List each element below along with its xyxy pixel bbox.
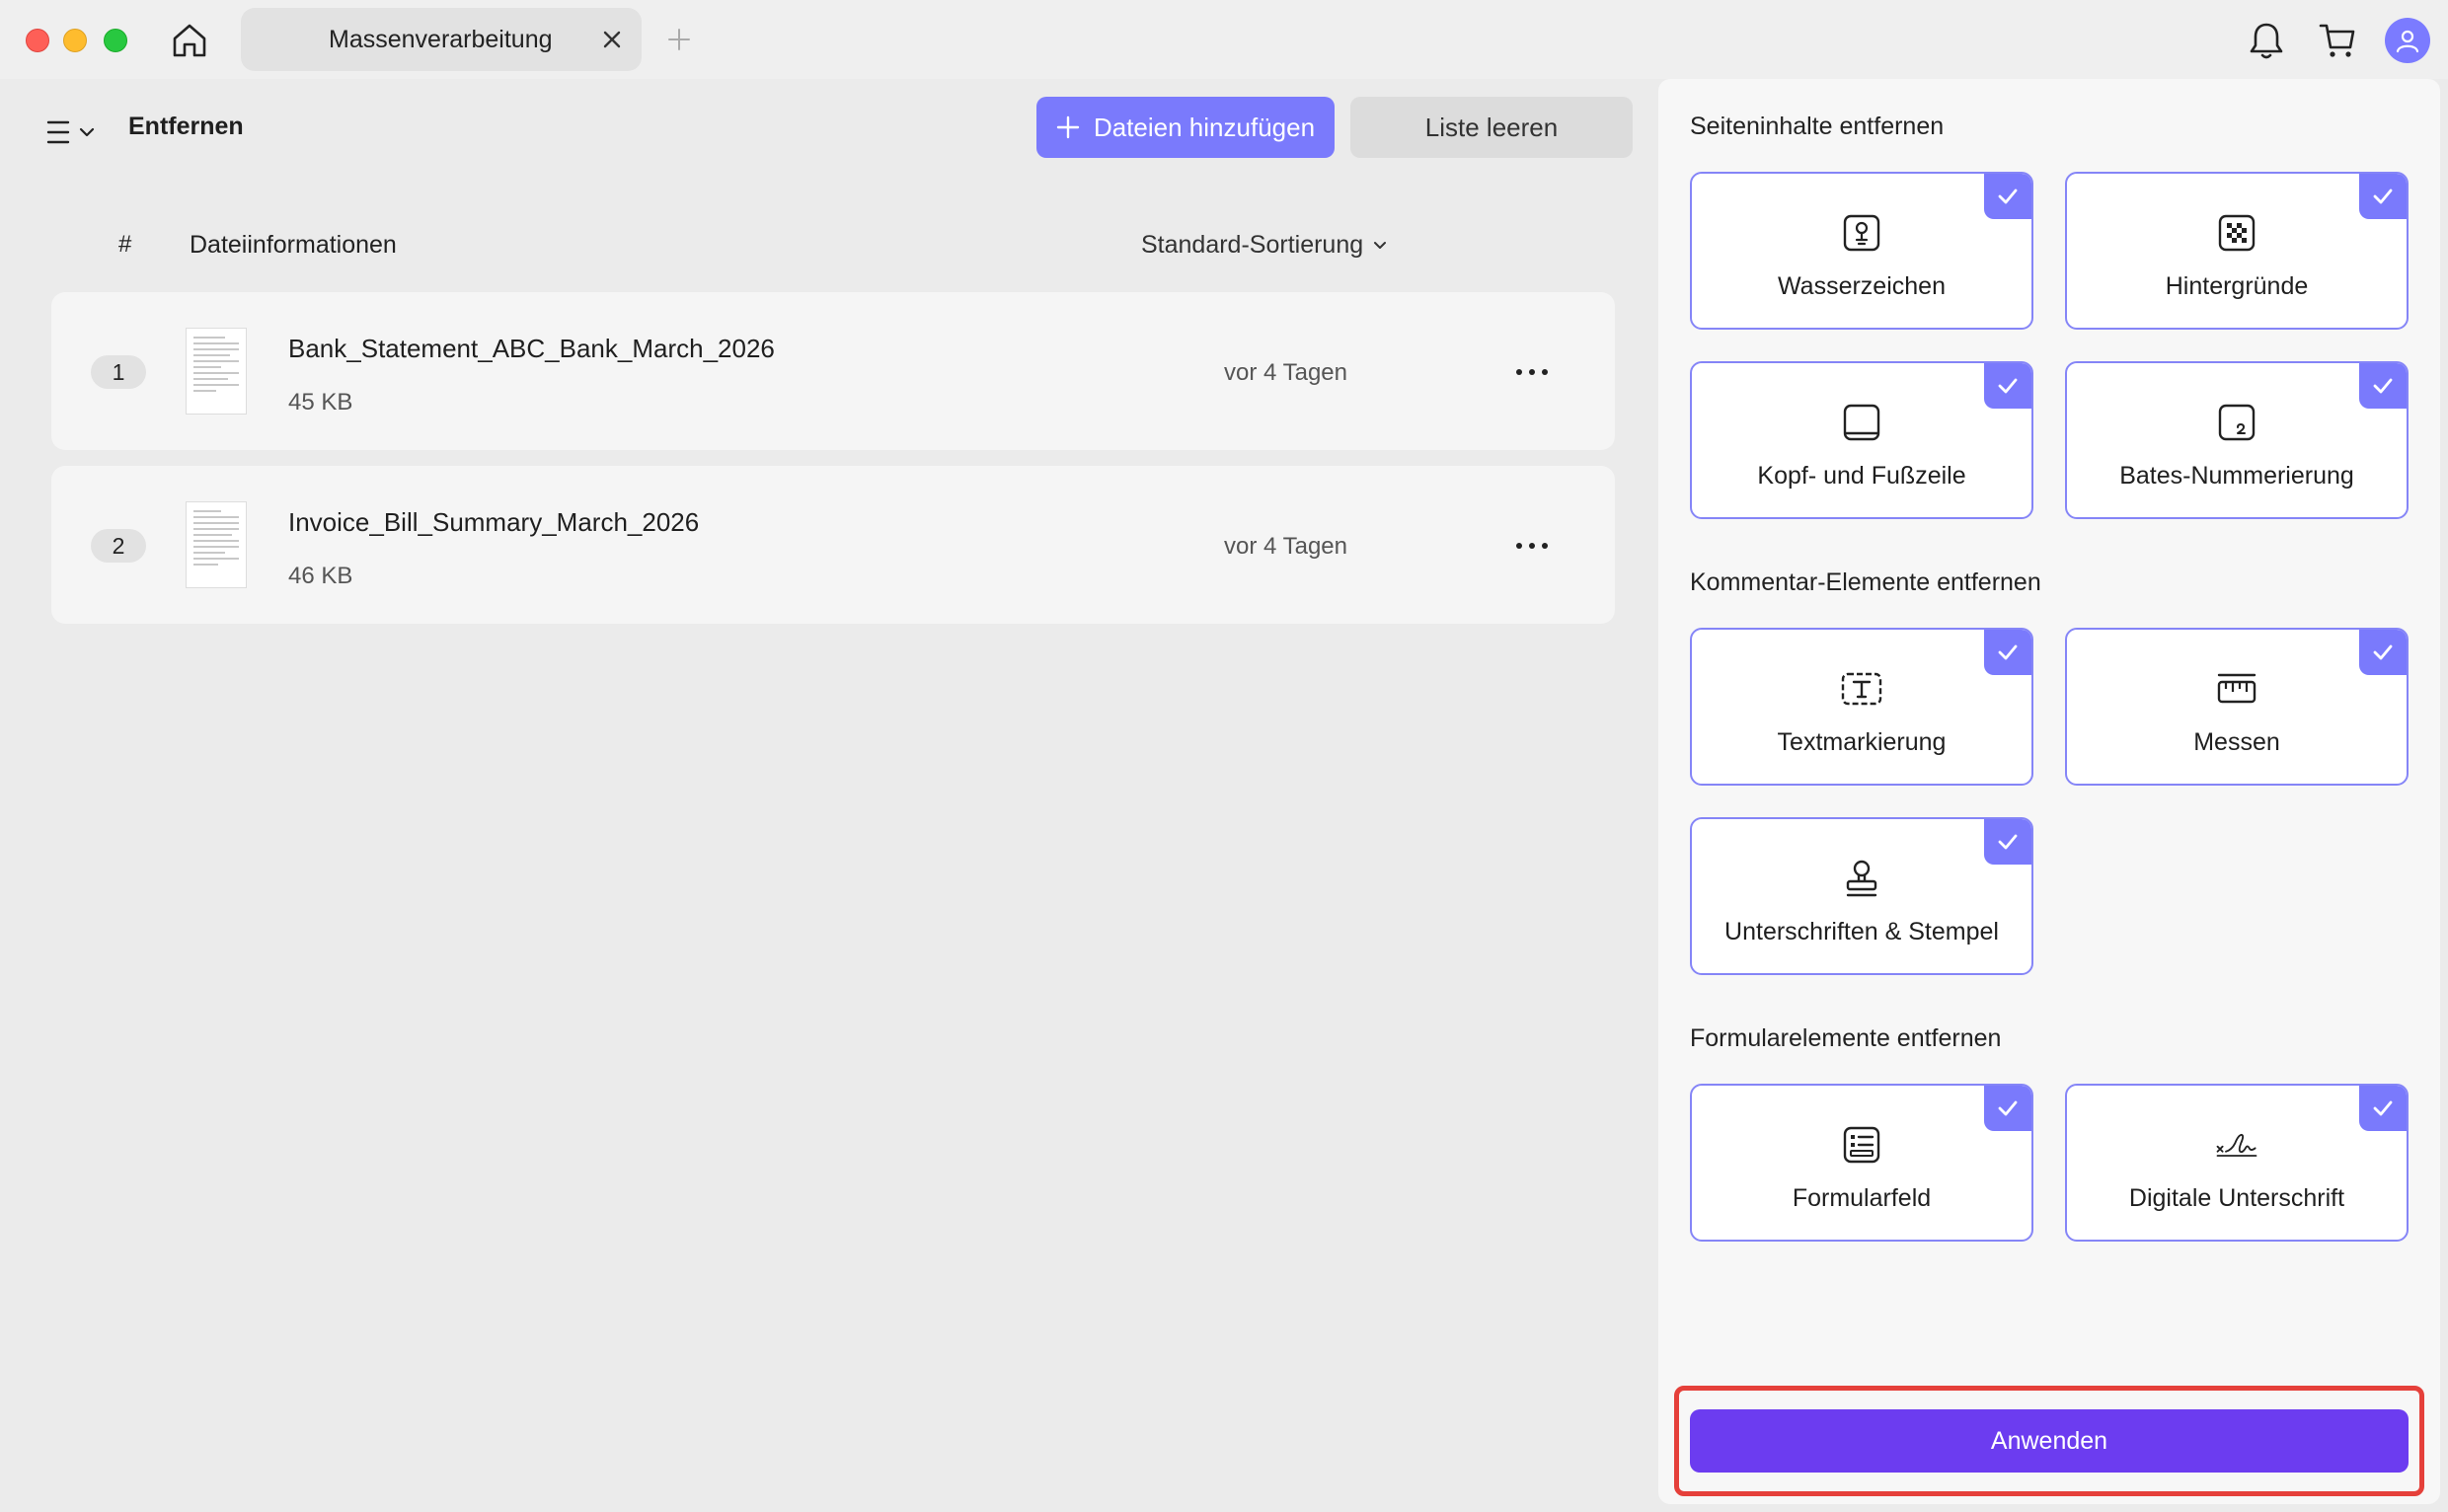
digital-signature-icon	[2215, 1123, 2258, 1167]
tab-massenverarbeitung[interactable]: Massenverarbeitung	[241, 8, 642, 71]
option-label: Bates-Nummerierung	[2119, 462, 2354, 490]
panel-title: Entfernen	[128, 113, 244, 140]
background-icon	[2215, 211, 2258, 255]
option-label: Textmarkierung	[1777, 728, 1947, 756]
option-form-field[interactable]: Formularfeld	[1690, 1084, 2033, 1242]
file-thumbnail	[186, 501, 247, 588]
add-files-label: Dateien hinzufügen	[1093, 112, 1316, 142]
option-label: Digitale Unterschrift	[2128, 1184, 2345, 1212]
file-row[interactable]: 2 Invoice_Bill_Summary_March_2026 46 KB …	[51, 466, 1615, 624]
file-date: vor 4 Tagen	[1224, 359, 1347, 386]
option-label: Hintergründe	[2165, 272, 2309, 300]
plus-icon	[668, 29, 690, 50]
sort-dropdown[interactable]: Standard-Sortierung	[1141, 231, 1387, 260]
file-name: Bank_Statement_ABC_Bank_March_2026	[288, 334, 775, 363]
checkmark-icon	[1984, 1086, 2031, 1131]
column-header-info: Dateiinformationen	[190, 231, 397, 259]
stamp-icon	[1840, 857, 1883, 900]
checkmark-icon	[1984, 363, 2031, 409]
section-title-forms: Formularelemente entfernen	[1690, 1024, 2002, 1052]
chevron-down-icon	[1374, 241, 1387, 249]
file-size: 45 KB	[288, 389, 353, 416]
more-options-button[interactable]	[1512, 529, 1552, 563]
row-number: 1	[91, 355, 146, 389]
more-dots-icon	[1516, 369, 1522, 375]
option-label: Unterschriften & Stempel	[1724, 918, 1999, 945]
option-label: Messen	[2193, 728, 2280, 756]
option-header-footer[interactable]: Kopf- und Fußzeile	[1690, 361, 2033, 519]
sort-label: Standard-Sortierung	[1141, 231, 1364, 259]
option-signatures-stamps[interactable]: Unterschriften & Stempel	[1690, 817, 2033, 975]
option-digital-signature[interactable]: Digitale Unterschrift	[2065, 1084, 2409, 1242]
column-header-number: #	[118, 231, 132, 258]
option-bates-numbering[interactable]: Bates-Nummerierung	[2065, 361, 2409, 519]
bates-number-icon	[2215, 401, 2258, 444]
cart-icon	[2319, 24, 2355, 57]
option-backgrounds[interactable]: Hintergründe	[2065, 172, 2409, 330]
bell-icon	[2250, 23, 2283, 59]
option-measure[interactable]: Messen	[2065, 628, 2409, 786]
checkmark-icon	[1984, 819, 2031, 865]
add-files-button[interactable]: Dateien hinzufügen	[1036, 97, 1335, 158]
section-title-comments: Kommentar-Elemente entfernen	[1690, 568, 2041, 596]
plus-icon	[1056, 115, 1080, 139]
checkmark-icon	[1984, 630, 2031, 675]
section-title-page-content: Seiteninhalte entfernen	[1690, 113, 1945, 140]
watermark-icon	[1840, 211, 1883, 255]
close-window-button[interactable]	[26, 29, 49, 52]
option-label: Formularfeld	[1792, 1184, 1932, 1212]
clear-list-label: Liste leeren	[1424, 112, 1559, 142]
checkmark-icon	[1984, 174, 2031, 219]
home-icon	[173, 24, 206, 57]
apply-button[interactable]: Anwenden	[1690, 1409, 2409, 1473]
notifications-button[interactable]	[2243, 18, 2290, 63]
user-icon	[2396, 30, 2419, 53]
checkmark-icon	[2359, 630, 2407, 675]
form-field-icon	[1840, 1123, 1883, 1167]
minimize-window-button[interactable]	[63, 29, 87, 52]
file-name: Invoice_Bill_Summary_March_2026	[288, 507, 700, 537]
tab-close-button[interactable]	[598, 26, 626, 53]
header-footer-icon	[1840, 401, 1883, 444]
option-text-markup[interactable]: Textmarkierung	[1690, 628, 2033, 786]
more-options-button[interactable]	[1512, 355, 1552, 389]
chevron-down-icon	[79, 127, 95, 137]
mode-menu-button[interactable]	[45, 109, 113, 156]
checkmark-icon	[2359, 363, 2407, 409]
checkmark-icon	[2359, 174, 2407, 219]
option-label: Wasserzeichen	[1778, 272, 1946, 300]
measure-icon	[2215, 667, 2258, 711]
options-panel: Seiteninhalte entfernen Wasserzeichen Hi…	[1658, 79, 2440, 1504]
cart-button[interactable]	[2314, 18, 2361, 63]
zoom-window-button[interactable]	[104, 29, 127, 52]
file-row[interactable]: 1 Bank_Statement_ABC_Bank_March_2026 45 …	[51, 292, 1615, 450]
file-thumbnail	[186, 328, 247, 415]
home-button[interactable]	[166, 18, 213, 63]
clear-list-button[interactable]: Liste leeren	[1350, 97, 1633, 158]
tab-title: Massenverarbeitung	[329, 25, 553, 53]
title-bar: Massenverarbeitung	[0, 0, 2448, 79]
file-date: vor 4 Tagen	[1224, 533, 1347, 560]
row-number: 2	[91, 529, 146, 563]
text-markup-icon	[1840, 667, 1883, 711]
option-watermark[interactable]: Wasserzeichen	[1690, 172, 2033, 330]
apply-label: Anwenden	[1990, 1426, 2108, 1455]
file-size: 46 KB	[288, 563, 353, 589]
user-avatar-button[interactable]	[2385, 18, 2430, 63]
close-icon	[603, 31, 621, 48]
more-dots-icon	[1516, 543, 1522, 549]
option-label: Kopf- und Fußzeile	[1757, 462, 1966, 490]
checkmark-icon	[2359, 1086, 2407, 1131]
new-tab-button[interactable]	[663, 24, 695, 55]
list-menu-icon	[46, 120, 70, 144]
file-list-panel: Entfernen Dateien hinzufügen Liste leere…	[8, 79, 1650, 1504]
